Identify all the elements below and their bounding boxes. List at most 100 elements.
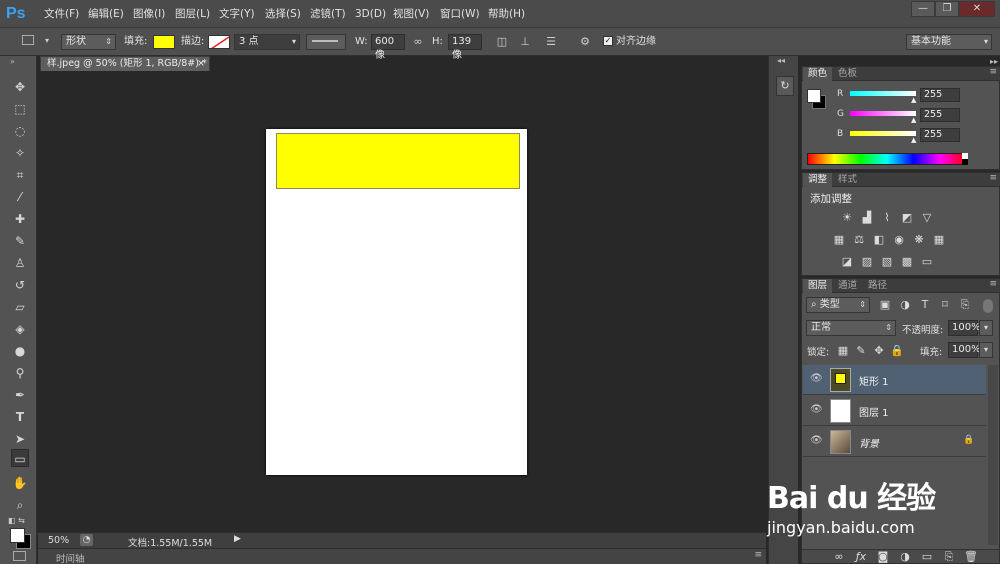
tab-paths[interactable]: 路径 — [863, 279, 892, 293]
link-icon[interactable]: ∞ — [411, 35, 425, 49]
expand-icon[interactable]: » — [10, 57, 28, 66]
filter-shape-icon[interactable]: ⌑ — [938, 299, 952, 311]
menu-edit[interactable]: 编辑(E) — [88, 6, 124, 22]
menu-window[interactable]: 窗口(W) — [440, 6, 480, 22]
close-button[interactable]: ✕ — [959, 1, 995, 17]
b-value[interactable]: 255 — [920, 128, 960, 142]
path-selection-tool-icon[interactable]: ➤ — [11, 430, 29, 448]
pen-tool-icon[interactable]: ✒ — [11, 386, 29, 404]
photo-filter-icon[interactable]: ◉ — [892, 234, 906, 246]
new-layer-icon[interactable]: ⎘ — [942, 551, 956, 563]
quick-mask-icon[interactable] — [13, 551, 26, 561]
color-balance-icon[interactable]: ⚖ — [852, 234, 866, 246]
layer-row[interactable]: 👁 背景 🔒 — [803, 427, 986, 457]
folder-icon[interactable]: ▭ — [920, 551, 934, 563]
filter-pixel-icon[interactable]: ▣ — [878, 299, 892, 311]
close-icon[interactable]: × — [197, 57, 205, 71]
dodge-tool-icon[interactable]: ⚲ — [11, 364, 29, 382]
blend-mode-select[interactable]: 正常 ⇕ — [806, 320, 896, 336]
align-edges-checkbox[interactable]: ✓ — [603, 36, 613, 46]
paint-bucket-tool-icon[interactable]: ◈ — [11, 320, 29, 338]
threshold-icon[interactable]: ▧ — [880, 256, 894, 268]
blur-tool-icon[interactable]: ● — [11, 342, 29, 360]
path-arrangement-icon[interactable]: ☰ — [544, 35, 558, 49]
brush-tool-icon[interactable]: ✎ — [11, 232, 29, 250]
filter-adjustment-icon[interactable]: ◑ — [898, 299, 912, 311]
black-white-ramp[interactable] — [962, 153, 968, 165]
black-white-icon[interactable]: ◧ — [872, 234, 886, 246]
filter-smart-object-icon[interactable]: ⎘ — [958, 299, 972, 311]
tab-styles[interactable]: 样式 — [833, 173, 862, 187]
foreground-color-swatch[interactable] — [10, 528, 25, 543]
fg-color-swatch[interactable] — [807, 89, 821, 103]
document-tab[interactable]: 样.jpeg @ 50% (矩形 1, RGB/8#) * × — [40, 56, 210, 71]
layer-row[interactable]: 👁 图层 1 — [803, 396, 986, 426]
lock-all-icon[interactable]: 🔒 — [890, 345, 904, 357]
r-value[interactable]: 255 — [920, 88, 960, 102]
hand-tool-icon[interactable]: ✋ — [11, 474, 29, 492]
menu-view[interactable]: 视图(V) — [393, 6, 429, 22]
menu-file[interactable]: 文件(F) — [44, 6, 79, 22]
slider-handle-icon[interactable]: ▲ — [911, 96, 916, 104]
rectangle-tool-icon[interactable]: ▭ — [11, 449, 29, 467]
adjustment-layer-icon[interactable]: ◑ — [898, 551, 912, 563]
eye-icon[interactable]: 👁 — [810, 404, 823, 415]
fx-icon[interactable]: ƒx — [854, 551, 868, 563]
width-input[interactable]: 600 像 — [371, 34, 405, 61]
menu-layer[interactable]: 图层(L) — [175, 6, 210, 22]
height-input[interactable]: 139 像 — [448, 34, 482, 61]
tool-mode-select[interactable]: 形状 ⇕ — [61, 34, 116, 50]
timeline-label[interactable]: 时间轴 — [56, 551, 85, 564]
layer-row[interactable]: 👁 矩形 1 — [803, 365, 986, 395]
layer-filter-select[interactable]: ⌕ 类型 ⇕ — [806, 297, 870, 313]
tab-adjustments[interactable]: 调整 — [803, 173, 833, 187]
color-spectrum-bar[interactable] — [807, 153, 967, 165]
gear-icon[interactable]: ⚙ — [578, 35, 592, 49]
chevron-down-icon[interactable]: ▾ — [979, 342, 993, 358]
r-slider[interactable] — [850, 91, 916, 96]
triangle-right-icon[interactable]: ▶ — [234, 534, 241, 544]
b-slider[interactable] — [850, 131, 916, 136]
collapse-icon[interactable]: ◂◂ — [777, 56, 785, 65]
fill-color-swatch[interactable] — [153, 35, 175, 49]
fill-input[interactable]: 100% — [948, 342, 981, 358]
move-tool-icon[interactable]: ✥ — [11, 78, 29, 96]
chevron-down-icon[interactable]: ▾ — [979, 320, 993, 336]
tab-channels[interactable]: 通道 — [833, 279, 862, 293]
chevron-down-icon[interactable]: ▾ — [40, 34, 54, 48]
lock-pixels-icon[interactable]: ✎ — [854, 345, 868, 357]
panel-menu-icon[interactable]: ≡ — [989, 173, 997, 183]
default-colors-icon[interactable]: ◧ ⇆ — [8, 516, 25, 525]
menu-help[interactable]: 帮助(H) — [488, 6, 525, 22]
hue-saturation-icon[interactable]: ▦ — [832, 234, 846, 246]
lasso-tool-icon[interactable]: ◌ — [11, 122, 29, 140]
channel-mixer-icon[interactable]: ❋ — [912, 234, 926, 246]
slider-handle-icon[interactable]: ▲ — [911, 116, 916, 124]
status-menu-icon[interactable]: ◔ — [80, 534, 93, 546]
yellow-rectangle-shape[interactable] — [276, 133, 520, 189]
shape-tool-preset-icon[interactable] — [22, 35, 34, 45]
menu-select[interactable]: 选择(S) — [265, 6, 301, 22]
filter-toggle[interactable] — [983, 299, 993, 313]
vibrance-icon[interactable]: ▽ — [920, 212, 934, 224]
expand-icon[interactable]: ▸▸ — [990, 57, 998, 66]
menu-filter[interactable]: 滤镜(T) — [310, 6, 346, 22]
menu-image[interactable]: 图像(I) — [133, 6, 165, 22]
panel-menu-icon[interactable]: ≡ — [989, 279, 997, 289]
panel-menu-icon[interactable]: ≡ — [989, 67, 997, 77]
gradient-map-icon[interactable]: ▭ — [920, 256, 934, 268]
minimize-button[interactable]: — — [911, 1, 935, 17]
crop-tool-icon[interactable]: ⌗ — [11, 166, 29, 184]
healing-brush-tool-icon[interactable]: ✚ — [11, 210, 29, 228]
stroke-type-select[interactable] — [306, 34, 346, 50]
link-layers-icon[interactable]: ∞ — [832, 551, 846, 563]
brightness-icon[interactable]: ☀ — [840, 212, 854, 224]
history-panel-icon[interactable]: ↻ — [776, 76, 794, 96]
color-lookup-icon[interactable]: ▦ — [932, 234, 946, 246]
curves-icon[interactable]: ⌇ — [880, 212, 894, 224]
g-slider[interactable] — [850, 111, 916, 116]
tab-layers[interactable]: 图层 — [803, 279, 833, 293]
filter-type-icon[interactable]: T — [918, 299, 932, 311]
g-value[interactable]: 255 — [920, 108, 960, 122]
selective-color-icon[interactable]: ▩ — [900, 256, 914, 268]
